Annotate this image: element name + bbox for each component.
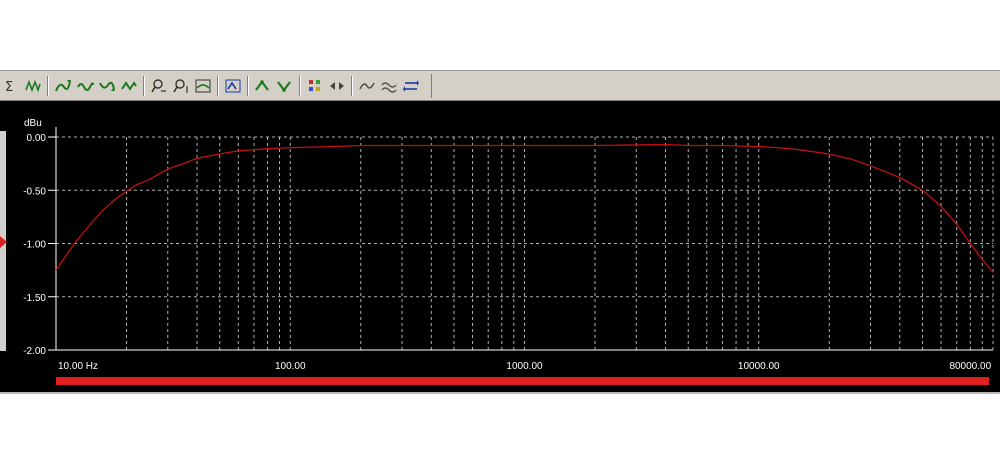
x-tick-label: 10000.00 xyxy=(738,361,780,372)
curve-pulse-button[interactable] xyxy=(118,75,140,97)
toolbar-separator xyxy=(217,76,219,96)
waveform-button[interactable] xyxy=(22,75,44,97)
y-tick-label: -1.50 xyxy=(23,293,46,304)
curve-wave-icon xyxy=(77,82,94,91)
toolbar: Σ xyxy=(0,70,1000,101)
toolbar-separator xyxy=(299,76,301,96)
filter-icon xyxy=(359,82,375,90)
graph-bottom-border xyxy=(0,392,1000,394)
svg-text:Σ: Σ xyxy=(5,80,13,95)
chart-svg: 0.00 -0.50 -1.00 -1.50 -2.00 dBu 10.00 Hz 100.0… xyxy=(23,118,994,385)
frequency-response-graph[interactable]: 0.00 -0.50 -1.00 -1.50 -2.00 dBu 10.00 Hz 100.0… xyxy=(0,101,1000,392)
compare-button[interactable] xyxy=(378,75,400,97)
zoom-y-button[interactable] xyxy=(170,75,192,97)
curve-wave-button[interactable] xyxy=(74,75,96,97)
curve-up-button[interactable] xyxy=(52,75,74,97)
curve-up-icon xyxy=(55,80,71,92)
x-tick-label: 80000.00 xyxy=(949,361,991,372)
zoom-y-icon xyxy=(173,79,188,93)
compare-icon xyxy=(381,82,397,93)
zoom-x-icon xyxy=(151,79,166,93)
y-tick-label: -2.00 xyxy=(23,346,46,357)
dots-icon xyxy=(309,80,320,91)
frequency-range-bar xyxy=(56,377,989,385)
arrows-icon xyxy=(330,82,344,90)
sigma-icon: Σ xyxy=(5,80,13,95)
x-tick-label: 1000.00 xyxy=(506,361,543,372)
toolbar-separator xyxy=(143,76,145,96)
peak-up-button[interactable] xyxy=(252,75,274,97)
y-axis-label: dBu xyxy=(24,118,42,129)
peak-down-icon xyxy=(277,81,291,92)
y-tick-label: 0.00 xyxy=(27,133,47,144)
curve-down-icon xyxy=(99,81,115,91)
dots-button[interactable] xyxy=(304,75,326,97)
y-tick-label: -1.00 xyxy=(23,240,46,251)
cursor-curve-icon xyxy=(225,79,241,93)
waveform-icon xyxy=(25,79,41,93)
fit-curve-button[interactable] xyxy=(192,75,214,97)
peak-up-icon xyxy=(255,80,269,91)
zoom-x-button[interactable] xyxy=(148,75,170,97)
cursor-curve-button[interactable] xyxy=(222,75,244,97)
toolbar-separator xyxy=(247,76,249,96)
arrows-button[interactable] xyxy=(326,75,348,97)
sigma-button[interactable]: Σ xyxy=(0,75,22,97)
fit-curve-icon xyxy=(195,79,211,93)
curve-pulse-icon xyxy=(121,81,137,91)
curve-down-button[interactable] xyxy=(96,75,118,97)
level-marker[interactable] xyxy=(0,236,7,248)
y-tick-label: -0.50 xyxy=(23,186,46,197)
x-tick-label: 100.00 xyxy=(275,361,306,372)
filter-button[interactable] xyxy=(356,75,378,97)
toolbar-buttons: Σ xyxy=(0,74,432,98)
x-tick-label: 10.00 Hz xyxy=(58,361,98,372)
swap-icon xyxy=(403,80,419,92)
swap-button[interactable] xyxy=(400,75,422,97)
toolbar-separator xyxy=(351,76,353,96)
toolbar-separator xyxy=(47,76,49,96)
peak-down-button[interactable] xyxy=(274,75,296,97)
